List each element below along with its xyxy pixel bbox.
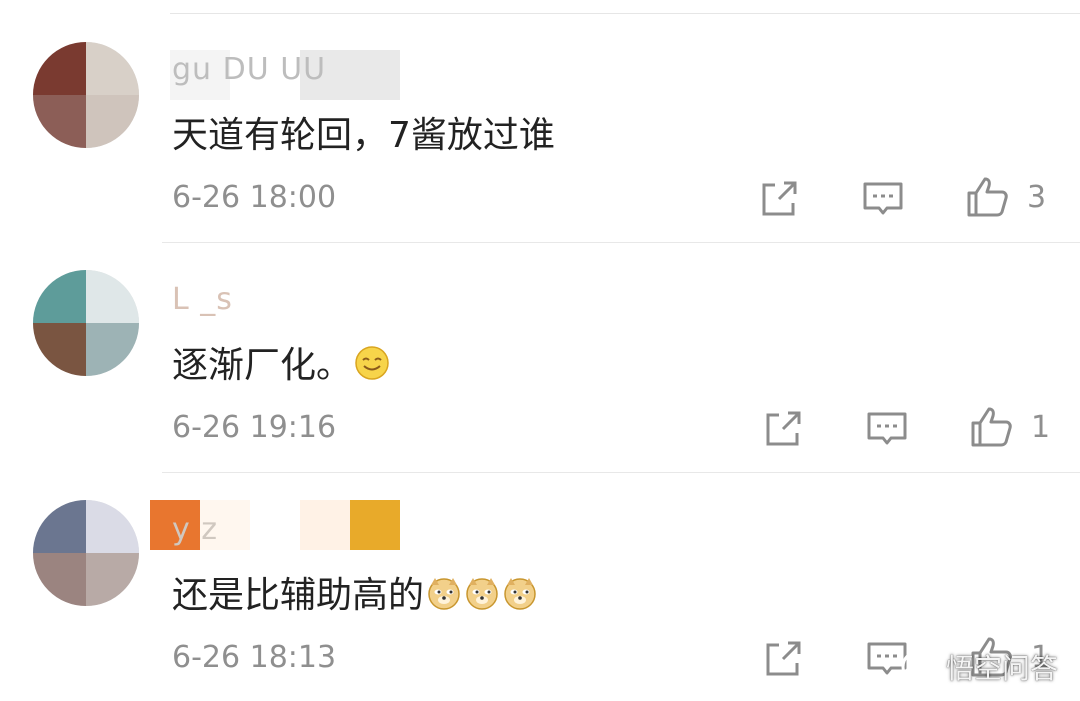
doge-emoji xyxy=(428,578,460,610)
comment-item: y z 还是比辅助高的 6-26 18:13 1 xyxy=(0,0,1080,701)
comment-text: 还是比辅助高的 xyxy=(172,566,538,618)
watermark-text: 悟空问答 xyxy=(945,652,1058,685)
wukong-logo-icon xyxy=(901,649,937,685)
doge-emoji xyxy=(466,578,498,610)
comment-time: 6-26 18:13 xyxy=(172,640,337,675)
share-icon[interactable] xyxy=(761,637,805,681)
username[interactable]: y z xyxy=(172,512,218,547)
watermark: 悟空问答 xyxy=(900,647,1058,687)
avatar[interactable] xyxy=(33,500,139,606)
comment-text-label: 还是比辅助高的 xyxy=(172,575,425,616)
doge-emoji xyxy=(504,578,536,610)
